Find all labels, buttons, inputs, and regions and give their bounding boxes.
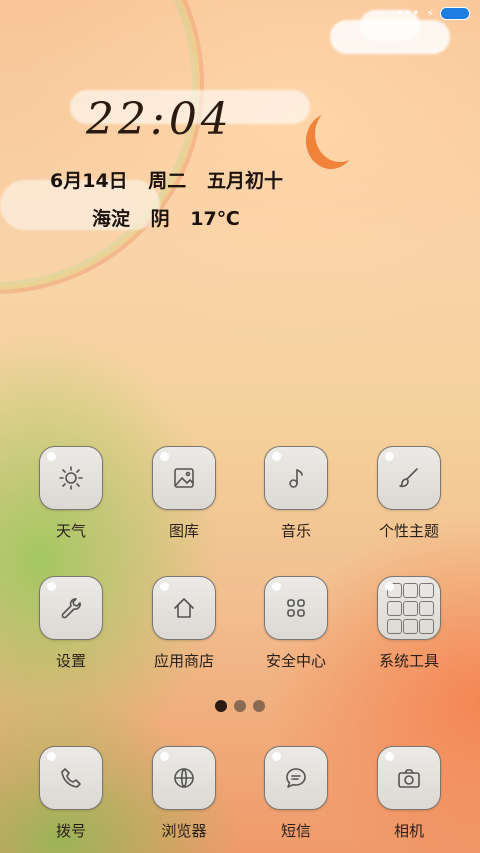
clock-time: 22:04 — [86, 94, 233, 145]
folder-icon[interactable] — [377, 576, 441, 640]
page-dot[interactable] — [253, 700, 265, 712]
sun-icon[interactable] — [39, 446, 103, 510]
globe-icon[interactable] — [152, 746, 216, 810]
app-label: 音乐 — [280, 522, 311, 540]
app-label: 拨号 — [55, 822, 86, 840]
app-dialer[interactable]: 拨号 — [21, 746, 121, 841]
app-label: 系统工具 — [378, 652, 439, 670]
music-note-icon[interactable] — [264, 446, 328, 510]
app-security[interactable]: 安全中心 — [246, 576, 346, 671]
weather-temperature: 17℃ — [190, 208, 240, 230]
app-gallery[interactable]: 图库 — [134, 446, 234, 541]
app-label: 短信 — [280, 822, 311, 840]
app-music[interactable]: 音乐 — [246, 446, 346, 541]
app-label: 天气 — [55, 522, 86, 540]
app-label: 安全中心 — [265, 652, 326, 670]
charging-icon: ⚡ — [426, 6, 434, 20]
app-settings[interactable]: 设置 — [21, 576, 121, 671]
weather-condition: 阴 — [150, 208, 170, 230]
date-lunar: 五月初十 — [206, 170, 283, 192]
date-line: 6月14日 周二 五月初十 — [50, 166, 297, 193]
app-label: 设置 — [55, 652, 86, 670]
app-label: 应用商店 — [153, 652, 214, 670]
app-label: 相机 — [393, 822, 424, 840]
date-weekday: 周二 — [148, 170, 187, 192]
camera-icon[interactable] — [377, 746, 441, 810]
weather-location: 海淀 — [92, 208, 131, 230]
moon-decoration — [315, 106, 365, 162]
battery-icon — [440, 6, 470, 20]
app-weather[interactable]: 天气 — [21, 446, 121, 541]
app-label: 图库 — [168, 522, 199, 540]
folder-preview — [386, 582, 434, 634]
app-camera[interactable]: 相机 — [359, 746, 459, 841]
message-icon[interactable] — [264, 746, 328, 810]
page-dot-active[interactable] — [215, 700, 227, 712]
app-messages[interactable]: 短信 — [246, 746, 346, 841]
app-label: 个性主题 — [378, 522, 439, 540]
rainbow-decoration — [0, 0, 218, 308]
phone-icon[interactable] — [39, 746, 103, 810]
app-system-tools[interactable]: 系统工具 — [359, 576, 459, 671]
grid-icon[interactable] — [264, 576, 328, 640]
page-indicator[interactable] — [0, 700, 480, 712]
wrench-icon[interactable] — [39, 576, 103, 640]
brush-icon[interactable] — [377, 446, 441, 510]
page-dot[interactable] — [234, 700, 246, 712]
house-icon[interactable] — [152, 576, 216, 640]
app-label: 浏览器 — [161, 822, 207, 840]
weather-line: 海淀 阴 17℃ — [92, 204, 254, 231]
signal-indicator: ••• — [396, 6, 421, 20]
date-day: 6月14日 — [50, 170, 128, 192]
app-store[interactable]: 应用商店 — [134, 576, 234, 671]
status-bar: ••• ⚡ — [396, 6, 470, 20]
app-themes[interactable]: 个性主题 — [359, 446, 459, 541]
image-icon[interactable] — [152, 446, 216, 510]
app-browser[interactable]: 浏览器 — [134, 746, 234, 841]
